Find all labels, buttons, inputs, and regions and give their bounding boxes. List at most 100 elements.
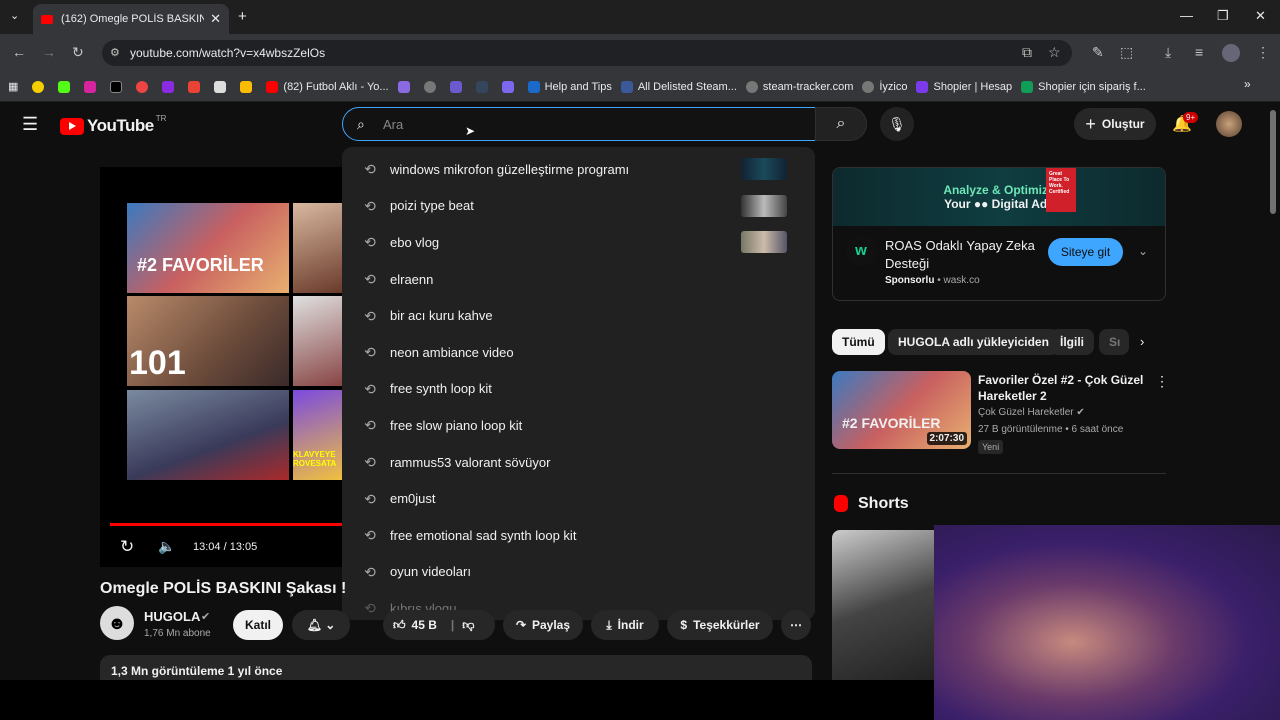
suggestion-item[interactable]: ⟲ windows mikrofon güzelleştirme programı	[342, 151, 815, 188]
cast-icon[interactable]: ⧉	[1022, 44, 1032, 61]
bookmark-shopier-order[interactable]: Shopier için sipariş f...	[1021, 80, 1146, 93]
page-scrollbar[interactable]	[1270, 110, 1276, 214]
suggestion-item[interactable]: ⟲ elraenn	[342, 261, 815, 298]
chip-related[interactable]: İlgili	[1050, 329, 1094, 355]
tiktok-icon[interactable]	[110, 80, 127, 93]
related-thumbnail[interactable]: #2 FAVORİLER 2:07:30	[832, 371, 971, 449]
search-icon: ⌕	[357, 116, 365, 132]
sponsored-ad[interactable]: Analyze & Optimize Your ●● Digital Ads	[832, 167, 1166, 301]
suggestion-item[interactable]: ⟲ neon ambiance video	[342, 334, 815, 371]
bookmark-icon[interactable]	[214, 80, 231, 93]
account-avatar[interactable]	[1216, 111, 1242, 137]
bookmark-iyzico[interactable]: İyzico	[862, 80, 907, 93]
related-meta: 27 B görüntülenme • 6 saat önce	[978, 424, 1124, 435]
visit-site-button[interactable]: Siteye git	[1048, 238, 1123, 266]
suggestion-item[interactable]: ⟲ free emotional sad synth loop kit	[342, 517, 815, 554]
ad-title[interactable]: ROAS Odaklı Yapay Zeka Desteği	[885, 237, 1035, 273]
ad-expand-chevron-icon[interactable]: ⌄	[1138, 244, 1148, 258]
apps-icon[interactable]: ▦	[8, 80, 18, 93]
suggestion-item[interactable]: ⟲ em0just	[342, 480, 815, 517]
bookmark-icon[interactable]	[32, 80, 49, 93]
create-button[interactable]: + Oluştur	[1074, 108, 1156, 140]
video-player[interactable]: #2 FAVORİLER 101 KLAVYEYE ROVESATA	[100, 167, 342, 567]
thumbnail-tile[interactable]	[127, 390, 289, 480]
thumbnail-tile[interactable]	[293, 203, 342, 293]
bookmark-icon[interactable]	[136, 80, 153, 93]
reload-icon[interactable]: ↻	[72, 44, 84, 61]
bookmark-icon[interactable]	[240, 80, 257, 93]
chip-all[interactable]: Tümü	[832, 329, 885, 355]
share-button[interactable]: ↷ Paylaş	[503, 610, 583, 640]
replay-icon[interactable]: ↻	[120, 537, 134, 557]
search-input[interactable]: ⌕ Ara	[342, 107, 816, 141]
minimize-icon[interactable]: —	[1180, 8, 1193, 23]
subscribed-bell-button[interactable]: 🔔︎ ⌄	[292, 610, 350, 640]
extensions-icon[interactable]: ⬚	[1120, 44, 1133, 61]
more-bookmarks-icon[interactable]: »	[1244, 77, 1251, 91]
related-channel[interactable]: Çok Güzel Hareketler	[978, 407, 1074, 418]
thumbnail-tile[interactable]	[293, 296, 342, 386]
address-bar[interactable]: youtube.com/watch?v=x4wbszZelOs	[102, 40, 1072, 66]
ad-banner[interactable]: Analyze & Optimize Your ●● Digital Ads	[833, 168, 1165, 226]
short-thumbnail[interactable]	[832, 530, 934, 680]
close-tab-icon[interactable]: ✕	[210, 11, 221, 27]
like-dislike-button[interactable]: 👍︎ 45 B | 👎︎	[383, 610, 495, 640]
new-tab-icon[interactable]: +	[238, 8, 247, 25]
gmail-icon[interactable]	[188, 80, 205, 93]
voice-search-button[interactable]: 🎙	[880, 107, 914, 141]
suggestion-item[interactable]: ⟲ poizi type beat	[342, 188, 815, 225]
tab-search-icon[interactable]: ⌄	[10, 9, 19, 22]
bookmark-icon[interactable]	[58, 80, 75, 93]
bookmark-icon[interactable]	[397, 80, 415, 93]
hamburger-menu-icon[interactable]: ☰	[22, 114, 38, 135]
suggestion-item[interactable]: ⟲ oyun videoları	[342, 554, 815, 591]
youtube-logo[interactable]: YouTube TR	[60, 114, 166, 136]
forward-icon[interactable]: →	[42, 44, 56, 60]
close-window-icon[interactable]: ✕	[1255, 8, 1266, 24]
browser-tab[interactable]: (162) Omegle POLİS BASKINI Şa ✕	[33, 4, 229, 34]
bookmark-icon[interactable]	[162, 80, 179, 93]
bookmark-steam-tracker[interactable]: steam-tracker.com	[745, 80, 853, 93]
chip-more[interactable]: Sı	[1099, 329, 1129, 355]
chip-from-uploader[interactable]: HUGOLA adlı yükleyiciden	[888, 329, 1059, 355]
download-button[interactable]: ⤓ İndir	[591, 610, 659, 640]
maximize-icon[interactable]: ❐	[1217, 8, 1229, 24]
bookmark-icon[interactable]	[449, 80, 467, 93]
channel-avatar[interactable]: ☻	[100, 606, 134, 640]
pencil-extension-icon[interactable]: ✎	[1092, 44, 1104, 61]
bookmark-star-icon[interactable]: ☆	[1048, 44, 1061, 61]
download-icon[interactable]: ⤓	[1165, 44, 1171, 61]
menu-icon[interactable]: ⋮	[1256, 44, 1270, 61]
related-more-icon[interactable]: ⋮	[1155, 373, 1169, 390]
thanks-button[interactable]: $ Teşekkürler	[667, 610, 773, 640]
back-icon[interactable]: ←	[12, 44, 26, 60]
bookmark-shopier[interactable]: Shopier | Hesap	[916, 80, 1012, 93]
suggestion-item[interactable]: ⟲ ebo vlog	[342, 224, 815, 261]
media-icon[interactable]: ≡	[1195, 44, 1203, 60]
bookmark-help[interactable]: Help and Tips	[527, 80, 612, 93]
chips-next-icon[interactable]: ›	[1140, 334, 1144, 349]
more-actions-icon[interactable]: ⋯	[781, 610, 811, 640]
suggestion-item[interactable]: ⟲ bir acı kuru kahve	[342, 297, 815, 334]
globe-icon[interactable]	[423, 80, 441, 93]
dislike-icon: 👎︎	[462, 617, 475, 632]
thumbnail-tile[interactable]: #2 FAVORİLER	[127, 203, 289, 293]
site-info-icon[interactable]: ⚙	[110, 46, 120, 59]
bookmark-youtube[interactable]: (82) Futbol Aklı - Yo...	[266, 80, 389, 93]
search-button[interactable]: ⌕	[815, 107, 867, 141]
thumbnail-tile[interactable]: KLAVYEYE ROVESATA	[293, 390, 342, 480]
bookmark-icon[interactable]	[501, 80, 519, 93]
bookmark-steam[interactable]: All Delisted Steam...	[620, 80, 737, 93]
thumbnail-tile[interactable]: 101	[127, 296, 289, 386]
profile-avatar[interactable]	[1222, 44, 1240, 62]
tumblr-icon[interactable]	[475, 80, 493, 93]
instagram-icon[interactable]	[84, 80, 101, 93]
suggestion-item[interactable]: ⟲ free slow piano loop kit	[342, 407, 815, 444]
channel-name[interactable]: HUGOLA	[144, 609, 200, 624]
suggestion-item[interactable]: ⟲ rammus53 valorant sövüyor	[342, 444, 815, 481]
volume-icon[interactable]: 🔈	[158, 538, 175, 555]
video-progress-bar[interactable]	[110, 523, 342, 526]
suggestion-item[interactable]: ⟲ free synth loop kit	[342, 371, 815, 408]
join-button[interactable]: Katıl	[233, 610, 283, 640]
related-title[interactable]: Favoriler Özel #2 - Çok Güzel Hareketler…	[978, 372, 1148, 404]
